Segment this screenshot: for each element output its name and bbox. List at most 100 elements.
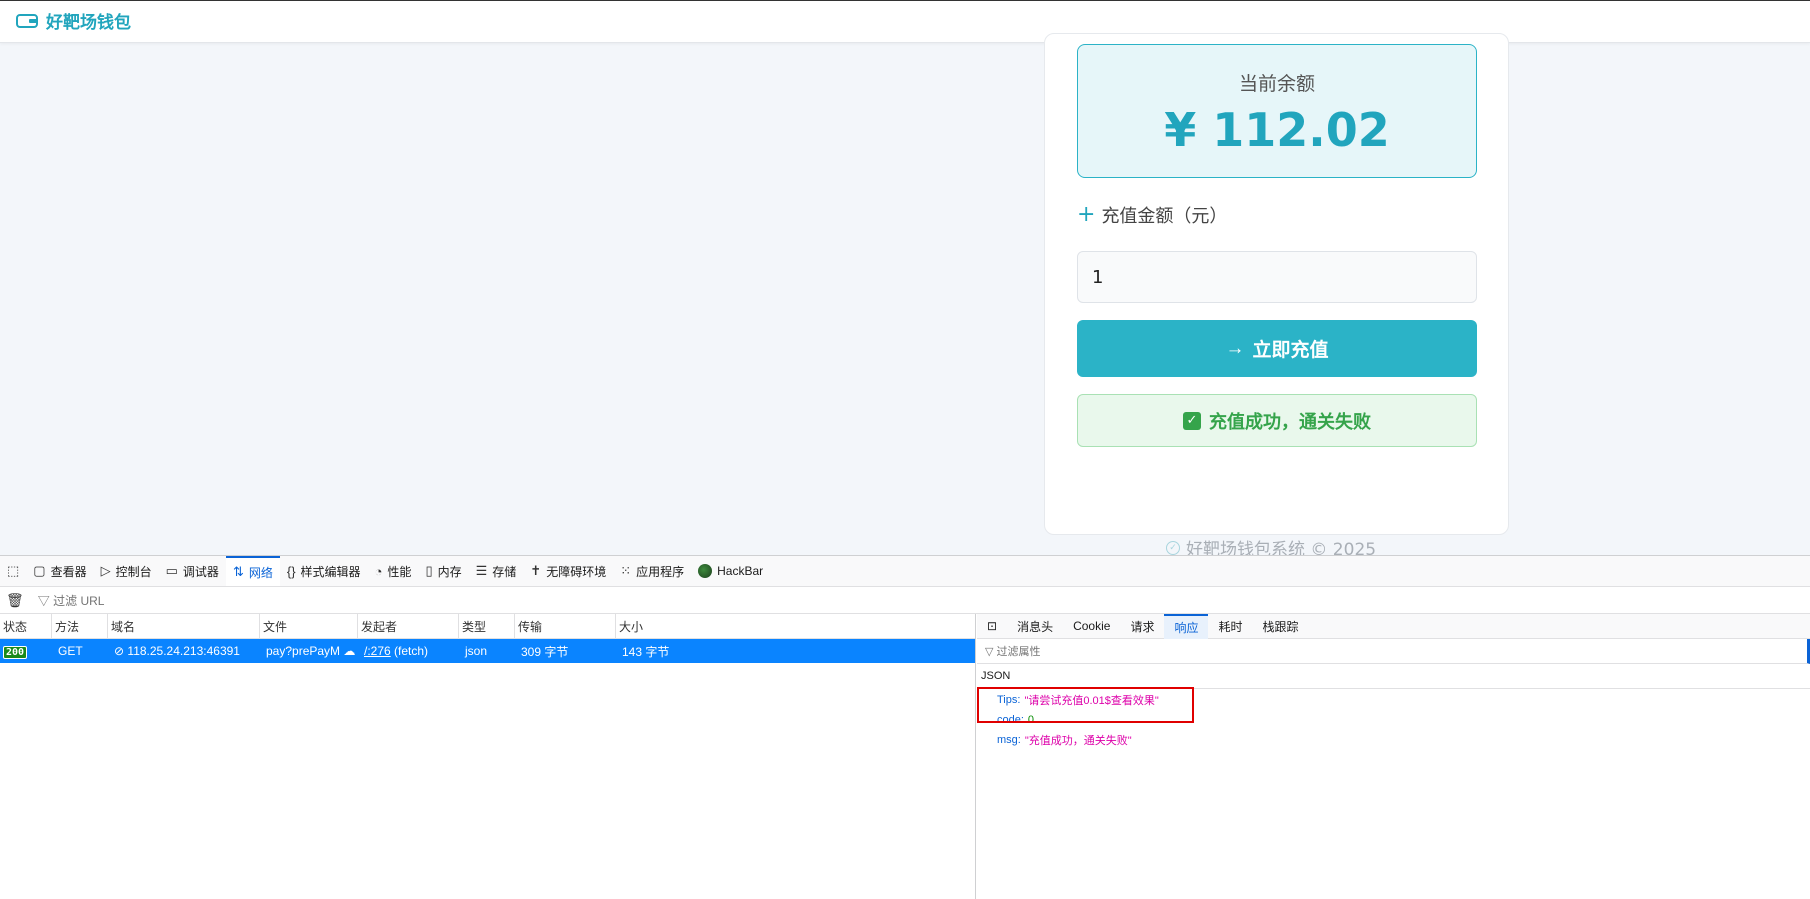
wallet-card: 当前余额 ¥ 112.02 + 充值金额（元） → 立即充值 ✓ 充值成功，通关… bbox=[1044, 33, 1509, 535]
page-content: 当前余额 ¥ 112.02 + 充值金额（元） → 立即充值 ✓ 充值成功，通关… bbox=[0, 33, 1810, 560]
tool-performance[interactable]: ◔ 性能 bbox=[368, 556, 419, 586]
arrow-right-icon: → bbox=[1225, 337, 1245, 359]
funnel-icon: ▽ bbox=[37, 593, 50, 608]
tool-storage[interactable]: ☰ 存储 bbox=[469, 556, 524, 586]
trash-icon[interactable]: 🗑 bbox=[6, 592, 24, 609]
debugger-icon: ▭ bbox=[165, 563, 178, 578]
brand-name: 好靶场钱包 bbox=[46, 13, 131, 33]
tool-label: 内存 bbox=[437, 564, 462, 579]
balance-value: ¥ 112.02 bbox=[1164, 103, 1390, 157]
domain-text: 118.25.24.213:46391 bbox=[127, 644, 240, 658]
network-icon: ⇅ bbox=[232, 564, 244, 579]
tab-headers[interactable]: 消息头 bbox=[1007, 614, 1063, 639]
accessibility-icon: ✝ bbox=[530, 563, 542, 578]
type-cell: json bbox=[465, 644, 488, 658]
storage-icon: ☰ bbox=[475, 563, 488, 578]
wallet-icon bbox=[16, 13, 38, 29]
filter-url-placeholder: 过滤 URL bbox=[53, 593, 105, 608]
recharge-button[interactable]: → 立即充值 bbox=[1077, 320, 1477, 377]
tool-memory[interactable]: ▯ 内存 bbox=[418, 556, 468, 586]
json-section-header[interactable]: JSON bbox=[977, 664, 1810, 689]
insecure-lock-icon: ⊘ bbox=[114, 644, 125, 658]
tool-application[interactable]: ⁙ 应用程序 bbox=[613, 556, 691, 586]
tool-style-editor[interactable]: {} 样式编辑器 bbox=[280, 556, 368, 586]
brand[interactable]: 好靶场钱包 bbox=[16, 8, 131, 33]
devtools-toolbar: ⬚ ▢ 查看器 ▷ 控制台 ▭ 调试器 ⇅ 网络 {} 样式编辑器 ◔ 性能 ▯… bbox=[0, 555, 1810, 587]
column-header[interactable]: 文件 bbox=[260, 613, 358, 639]
tool-debugger[interactable]: ▭ 调试器 bbox=[159, 556, 226, 586]
check-icon: ✓ bbox=[1183, 411, 1201, 430]
tool-network[interactable]: ⇅ 网络 bbox=[225, 556, 280, 586]
tool-label: 控制台 bbox=[115, 564, 152, 579]
request-details-panel: ⊡ 消息头 Cookie 请求 响应 耗时 栈跟踪 ▽ 过滤属性 JSON Ti… bbox=[977, 613, 1810, 899]
status-cell: 200 bbox=[0, 644, 52, 659]
toggle-sidebar-button[interactable]: ⊡ bbox=[977, 614, 1007, 639]
column-header[interactable]: 传输 bbox=[515, 613, 616, 639]
property-filter-placeholder: 过滤属性 bbox=[996, 646, 1041, 658]
transferred-cell: 309 字节 bbox=[521, 644, 569, 659]
application-icon: ⁙ bbox=[620, 563, 632, 578]
recharge-button-label: 立即充值 bbox=[1252, 340, 1329, 361]
tool-inspector[interactable]: ▢ 查看器 bbox=[26, 556, 93, 586]
file-text: pay?prePayM bbox=[266, 644, 341, 658]
console-icon: ▷ bbox=[100, 563, 111, 578]
tab-request[interactable]: 请求 bbox=[1120, 614, 1164, 639]
column-header[interactable]: 发起者 bbox=[358, 613, 459, 639]
inspector-icon: ▢ bbox=[33, 563, 46, 578]
tool-label: HackBar bbox=[717, 564, 764, 578]
network-filter-bar: 🗑 ▽ 过滤 URL bbox=[0, 587, 1810, 614]
tab-stack-trace[interactable]: 栈跟踪 bbox=[1252, 614, 1308, 639]
style-editor-icon: {} bbox=[286, 563, 296, 579]
balance-label: 当前余额 bbox=[1238, 73, 1315, 95]
picker-icon: ⬚ bbox=[7, 563, 20, 578]
request-list: 状态 方法 域名 文件 发起者 类型 传输 大小 200 GET ⊘ 118.2… bbox=[0, 613, 976, 899]
column-header[interactable]: 状态 bbox=[0, 613, 52, 639]
tool-label: 无障碍环境 bbox=[546, 564, 607, 579]
devtools: ⬚ ▢ 查看器 ▷ 控制台 ▭ 调试器 ⇅ 网络 {} 样式编辑器 ◔ 性能 ▯… bbox=[0, 555, 1810, 899]
json-body: Tips: "请尝试充值0.01$查看效果" code: 0 msg: "充值成… bbox=[977, 687, 1810, 750]
funnel-icon: ▽ bbox=[985, 645, 997, 658]
tab-timings[interactable]: 耗时 bbox=[1208, 614, 1252, 639]
initiator-link[interactable]: /:276 bbox=[364, 644, 391, 658]
domain-cell: ⊘ 118.25.24.213:46391 bbox=[108, 644, 260, 658]
tool-label: 存储 bbox=[492, 564, 517, 579]
property-filter-input[interactable]: ▽ 过滤属性 bbox=[977, 639, 1810, 664]
amount-input[interactable] bbox=[1077, 251, 1477, 303]
tool-label: 网络 bbox=[248, 565, 273, 580]
tool-accessibility[interactable]: ✝ 无障碍环境 bbox=[523, 556, 613, 586]
tool-hackbar[interactable]: HackBar bbox=[691, 556, 770, 586]
filter-url-input[interactable]: ▽ 过滤 URL bbox=[38, 592, 105, 609]
recharge-label: + 充值金额（元） bbox=[1077, 202, 1227, 228]
element-picker-button[interactable]: ⬚ bbox=[0, 556, 26, 586]
result-text: 充值成功，通关失败 bbox=[1209, 411, 1371, 433]
throttle-icon: ☁ bbox=[343, 644, 356, 658]
column-header[interactable]: 方法 bbox=[52, 613, 108, 639]
table-row[interactable]: 200 GET ⊘ 118.25.24.213:46391 pay?prePay… bbox=[0, 639, 975, 663]
size-cell: 143 字节 bbox=[622, 644, 670, 659]
tool-label: 调试器 bbox=[182, 564, 219, 579]
tool-console[interactable]: ▷ 控制台 bbox=[94, 556, 159, 586]
performance-icon: ◔ bbox=[374, 563, 383, 579]
recharge-label-text: 充值金额（元） bbox=[1101, 206, 1228, 227]
column-header[interactable]: 类型 bbox=[459, 613, 515, 639]
tool-label: 应用程序 bbox=[636, 564, 685, 579]
column-header[interactable]: 大小 bbox=[616, 614, 766, 639]
details-tabs: ⊡ 消息头 Cookie 请求 响应 耗时 栈跟踪 bbox=[977, 613, 1810, 639]
copyright-icon: ✓ bbox=[1166, 540, 1180, 555]
tab-cookie[interactable]: Cookie bbox=[1063, 614, 1120, 639]
request-table-header: 状态 方法 域名 文件 发起者 类型 传输 大小 bbox=[0, 613, 975, 639]
tool-label: 性能 bbox=[387, 564, 412, 579]
tool-label: 查看器 bbox=[50, 564, 87, 579]
tab-response[interactable]: 响应 bbox=[1164, 613, 1209, 639]
tool-label: 样式编辑器 bbox=[300, 564, 361, 579]
plus-icon: + bbox=[1077, 202, 1096, 227]
column-header[interactable]: 域名 bbox=[108, 613, 260, 639]
balance-box: 当前余额 ¥ 112.02 bbox=[1077, 44, 1477, 178]
method-cell: GET bbox=[58, 644, 83, 658]
file-cell: pay?prePayM ☁ bbox=[260, 644, 358, 658]
status-badge: 200 bbox=[3, 645, 28, 659]
hackbar-icon bbox=[698, 564, 713, 578]
json-key: msg: bbox=[997, 734, 1021, 746]
json-line-msg[interactable]: msg: "充值成功，通关失败" bbox=[977, 730, 1810, 750]
sidebar-toggle-icon: ⊡ bbox=[987, 619, 998, 633]
